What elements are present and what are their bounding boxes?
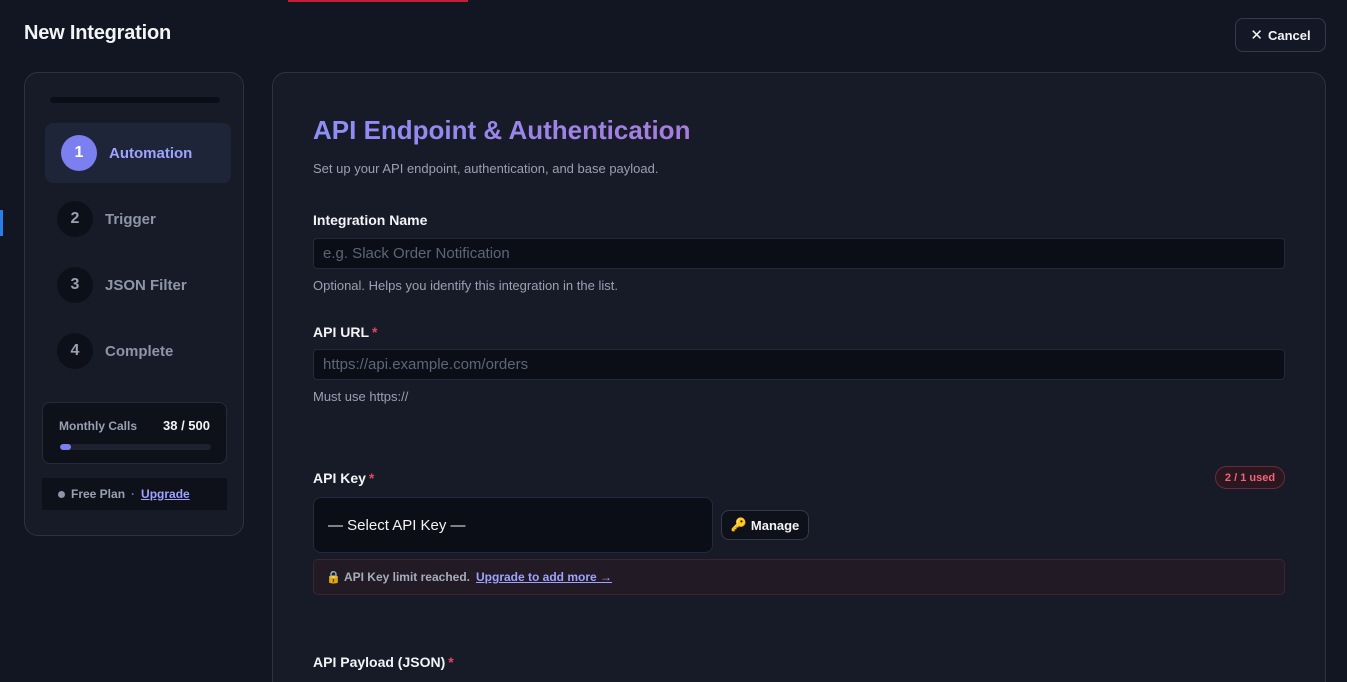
step-label: Automation <box>109 144 193 162</box>
api-key-label-text: API Key <box>313 470 366 486</box>
step-complete[interactable]: 4 Complete <box>45 321 231 381</box>
step-number: 3 <box>57 267 93 303</box>
api-payload-label: API Payload (JSON) * <box>313 654 454 670</box>
manage-label: Manage <box>750 517 800 533</box>
main-panel: API Endpoint & Authentication Set up you… <box>272 72 1326 682</box>
page-title: New Integration <box>24 22 172 44</box>
limit-text: API Key limit reached. <box>343 570 470 584</box>
integration-name-help: Optional. Helps you identify this integr… <box>313 278 618 293</box>
left-edge-marker <box>0 210 3 236</box>
integration-name-input[interactable] <box>313 238 1285 269</box>
close-icon: ✕ <box>1250 26 1263 44</box>
monthly-calls-count: 38 / 500 <box>163 418 210 433</box>
api-payload-label-text: API Payload (JSON) <box>313 654 446 670</box>
upgrade-add-more-link[interactable]: Upgrade to add more → <box>476 570 612 584</box>
step-json-filter[interactable]: 3 JSON Filter <box>45 255 231 315</box>
step-automation[interactable]: 1 Automation <box>45 123 231 183</box>
monthly-calls-label: Monthly Calls <box>59 419 138 433</box>
monthly-calls-card: Monthly Calls 38 / 500 <box>42 402 227 464</box>
upgrade-link[interactable]: Upgrade <box>141 487 190 501</box>
lock-icon: 🔒 <box>326 570 341 584</box>
cancel-label: Cancel <box>1267 27 1311 43</box>
integration-name-label: Integration Name <box>313 212 428 228</box>
step-number: 4 <box>57 333 93 369</box>
key-icon: 🔑 <box>730 517 747 532</box>
step-label: JSON Filter <box>105 276 187 294</box>
step-label: Trigger <box>105 210 156 228</box>
required-mark: * <box>372 324 378 340</box>
steps-sidebar: 1 Automation 2 Trigger 3 JSON Filter 4 C… <box>24 72 244 536</box>
api-url-label: API URL * <box>313 324 377 340</box>
plan-info: Free Plan · Upgrade <box>42 478 227 510</box>
api-key-usage-badge: 2 / 1 used <box>1215 466 1285 489</box>
cancel-button[interactable]: ✕ Cancel <box>1235 18 1326 52</box>
section-subtitle: Set up your API endpoint, authentication… <box>313 161 659 176</box>
app-window: New Integration ✕ Cancel 1 Automation 2 … <box>0 0 1347 682</box>
step-number: 2 <box>57 201 93 237</box>
api-url-input[interactable] <box>313 349 1285 380</box>
step-trigger[interactable]: 2 Trigger <box>45 189 231 249</box>
monthly-calls-progress <box>60 444 211 450</box>
api-key-select[interactable]: — Select API Key — <box>313 497 713 553</box>
plan-name: Free Plan <box>71 487 126 501</box>
step-label: Complete <box>105 342 174 360</box>
api-key-label: API Key * <box>313 470 374 486</box>
monthly-calls-progress-fill <box>60 444 72 450</box>
step-number: 1 <box>61 135 97 171</box>
plan-separator: · <box>131 487 136 501</box>
plan-status-dot <box>58 490 65 498</box>
manage-keys-button[interactable]: 🔑 Manage <box>721 510 809 540</box>
required-mark: * <box>368 470 375 486</box>
api-key-limit-notice: 🔒 API Key limit reached. Upgrade to add … <box>313 559 1285 595</box>
api-url-label-text: API URL <box>313 324 369 340</box>
steps-progress-track <box>50 97 220 103</box>
api-url-help: Must use https:// <box>313 389 409 404</box>
required-mark: * <box>448 654 454 670</box>
top-accent-bar <box>288 0 468 2</box>
section-title: API Endpoint & Authentication <box>313 115 691 145</box>
